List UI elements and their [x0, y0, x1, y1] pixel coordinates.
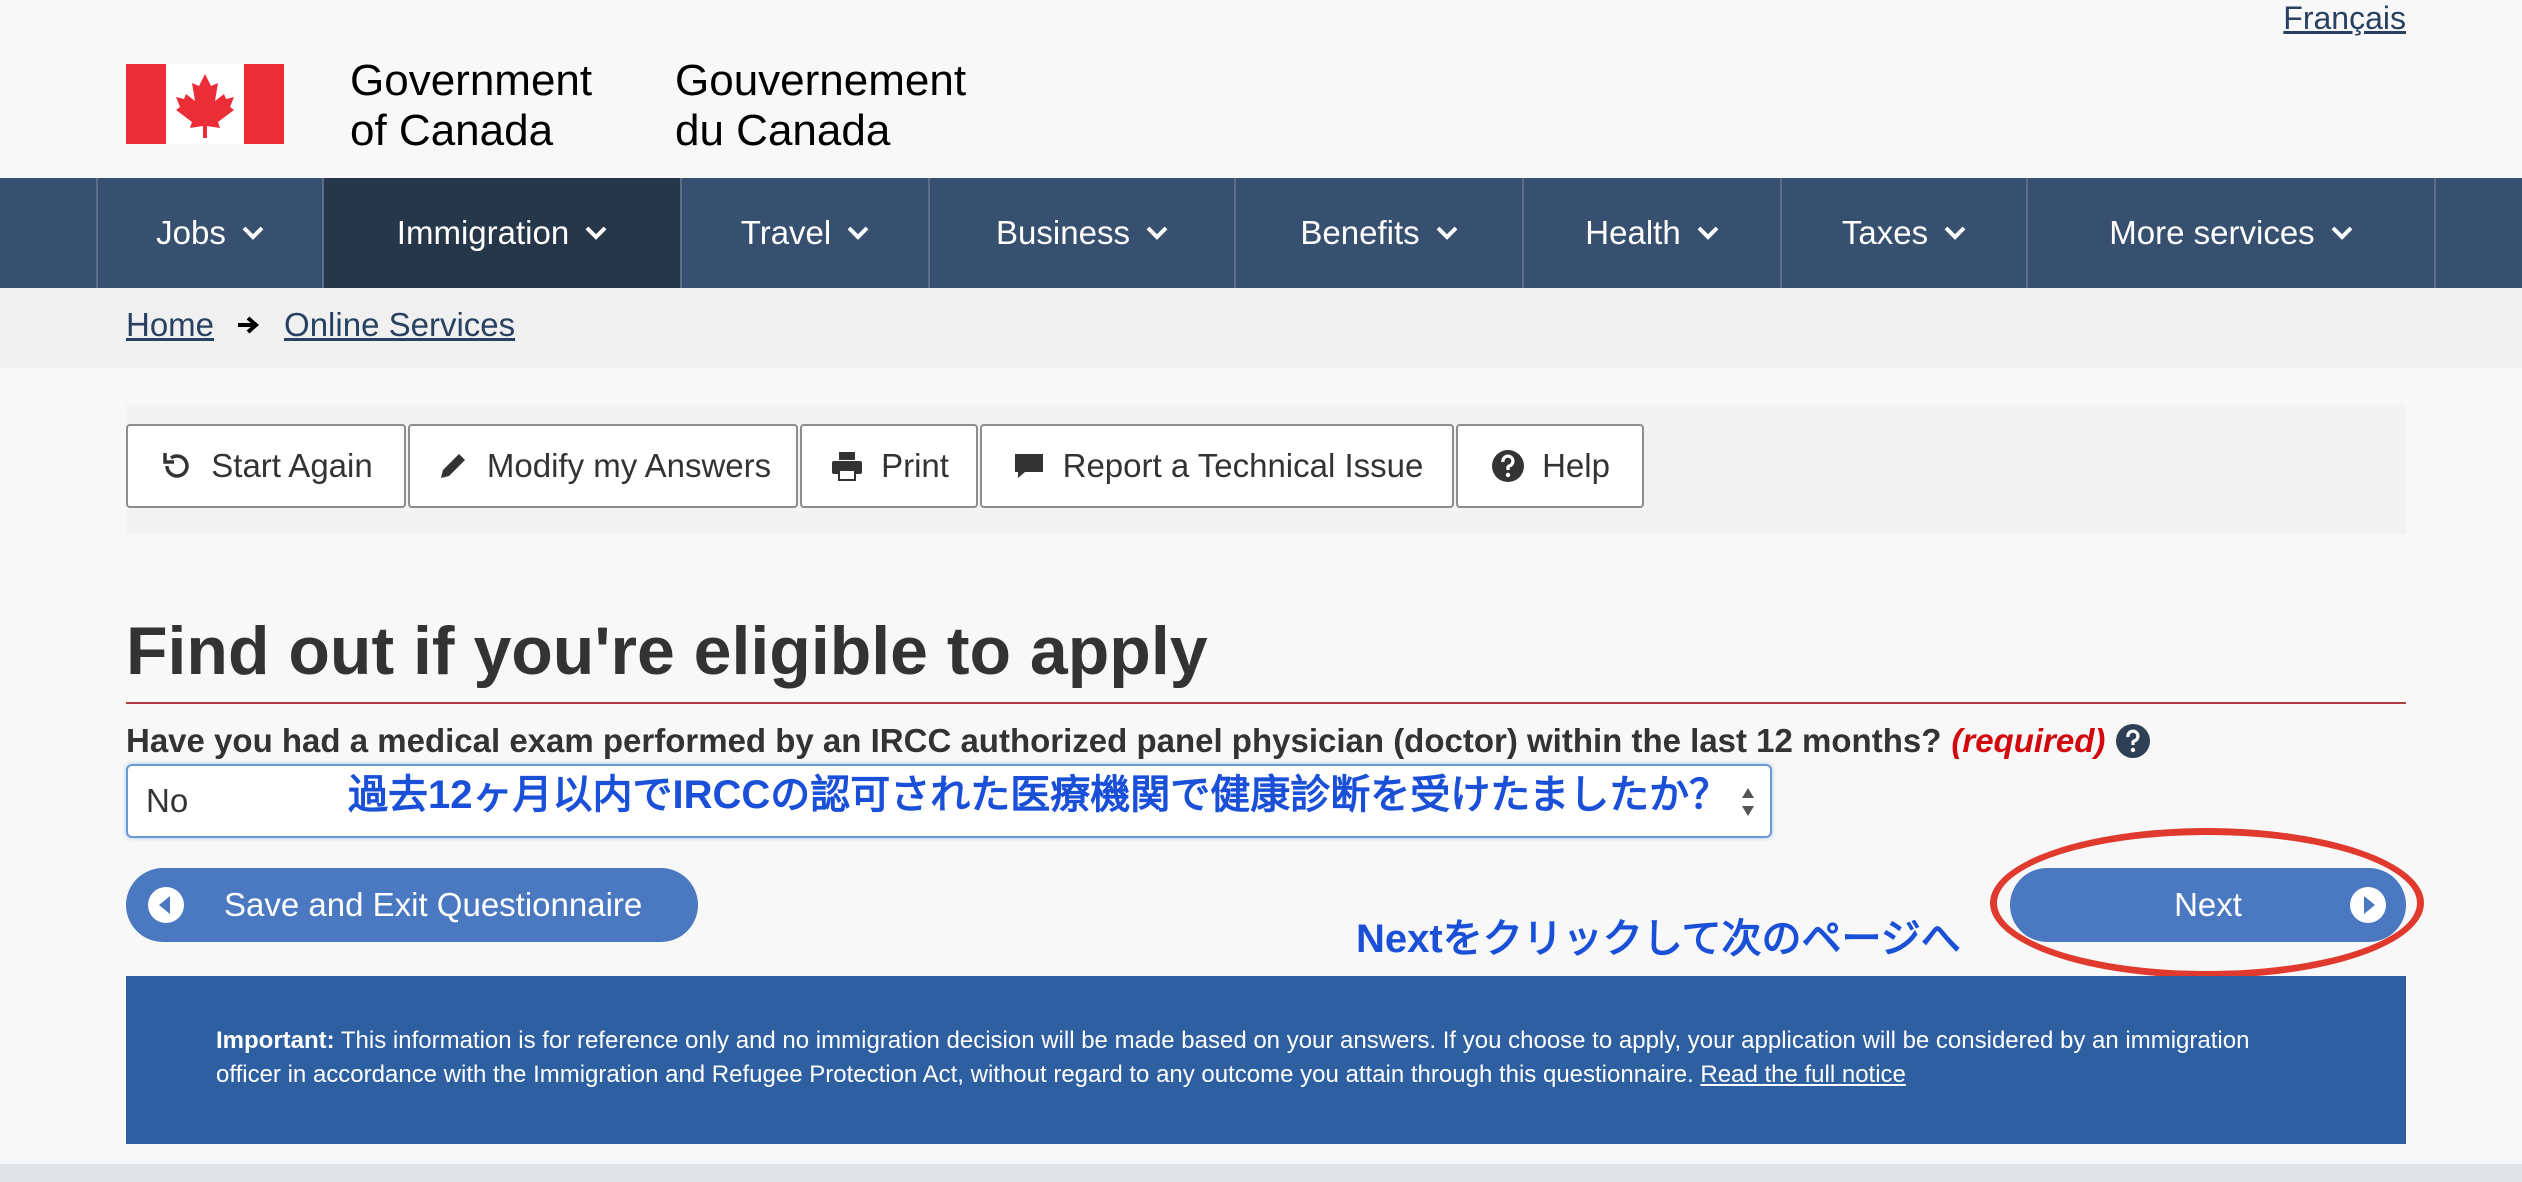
wordmark-fr-line2: du Canada — [675, 106, 891, 155]
breadcrumb: Home Online Services — [126, 306, 515, 344]
save-exit-button[interactable]: Save and Exit Questionnaire — [126, 868, 698, 942]
annotation-highlight-ring — [1990, 828, 2424, 978]
report-technical-issue-label: Report a Technical Issue — [1062, 447, 1424, 484]
nav-item-label: Travel — [740, 214, 832, 251]
footer-strip — [0, 1164, 2522, 1182]
select-arrows-icon — [1742, 788, 1754, 816]
nav-item-health[interactable]: Health — [1522, 178, 1780, 288]
modify-answers-label: Modify my Answers — [486, 447, 772, 484]
chevron-down-icon — [242, 226, 264, 240]
question-circle-icon[interactable] — [2115, 723, 2151, 759]
save-exit-label: Save and Exit Questionnaire — [224, 886, 643, 923]
question-label: Have you had a medical exam performed by… — [126, 722, 2151, 760]
chevron-down-icon — [2331, 226, 2353, 240]
chevron-down-icon — [1146, 226, 1168, 240]
start-again-label: Start Again — [211, 447, 373, 484]
nav-item-immigration[interactable]: Immigration — [322, 178, 680, 288]
nav-item-more-services[interactable]: More services — [2026, 178, 2436, 288]
chevron-down-icon — [1697, 226, 1719, 240]
nav-item-label: Health — [1585, 214, 1681, 251]
pencil-icon — [440, 454, 465, 478]
refresh-icon — [163, 453, 189, 478]
annotation-next-note: Nextをクリックして次のページへ — [1356, 917, 1961, 961]
question-text: Have you had a medical exam performed by… — [126, 722, 1942, 759]
nav-item-label: Business — [996, 214, 1130, 251]
wordmark-en-line1: Government — [350, 56, 593, 105]
nav-item-label: Immigration — [396, 214, 570, 251]
canada-flag-icon — [126, 64, 284, 144]
nav-item-business[interactable]: Business — [928, 178, 1234, 288]
breadcrumb-home-link[interactable]: Home — [126, 306, 214, 344]
breadcrumb-online-services-link[interactable]: Online Services — [284, 306, 515, 344]
modify-answers-button[interactable]: Modify my Answers — [408, 424, 798, 508]
notice-text: This information is for reference only a… — [216, 1027, 2250, 1088]
question-circle-icon — [1492, 450, 1525, 482]
required-indicator: (required) — [1951, 722, 2106, 759]
wordmark-en-line2: of Canada — [350, 106, 554, 155]
chevron-down-icon — [1436, 226, 1458, 240]
wordmark-english: Government of Canada — [350, 56, 592, 156]
print-button[interactable]: Print — [800, 424, 978, 508]
nav-item-taxes[interactable]: Taxes — [1780, 178, 2026, 288]
circle-arrow-left-icon — [148, 887, 184, 923]
report-technical-issue-button[interactable]: Report a Technical Issue — [980, 424, 1454, 508]
arrow-right-icon — [238, 316, 260, 334]
notice-important-label: Important: — [216, 1027, 335, 1054]
wordmark-fr-line1: Gouvernement — [675, 56, 967, 105]
print-icon — [832, 452, 863, 481]
language-toggle-link[interactable]: Français — [2283, 0, 2406, 37]
nav-item-label: More services — [2109, 214, 2315, 251]
important-notice: Important: This information is for refer… — [126, 976, 2406, 1144]
chevron-down-icon — [847, 226, 869, 240]
title-divider — [126, 702, 2406, 704]
nav-item-benefits[interactable]: Benefits — [1234, 178, 1522, 288]
select-value: No — [146, 782, 189, 819]
print-label: Print — [881, 447, 949, 484]
nav-item-label: Jobs — [156, 214, 226, 251]
chevron-down-icon — [585, 226, 607, 240]
page-title: Find out if you're eligible to apply — [126, 613, 1208, 689]
nav-item-jobs[interactable]: Jobs — [96, 178, 322, 288]
help-button[interactable]: Help — [1456, 424, 1644, 508]
annotation-question-note: 過去12ヶ月以内でIRCCの認可された医療機関で健康診断を受けたましたか？ — [348, 773, 1730, 817]
help-label: Help — [1542, 447, 1610, 484]
nav-item-travel[interactable]: Travel — [680, 178, 928, 288]
comment-icon — [1014, 454, 1043, 478]
main-nav: Jobs Immigration Travel Business Benefit… — [0, 178, 2522, 288]
read-full-notice-link[interactable]: Read the full notice — [1700, 1061, 1905, 1088]
start-again-button[interactable]: Start Again — [126, 424, 406, 508]
nav-item-label: Taxes — [1841, 214, 1929, 251]
wordmark-french: Gouvernement du Canada — [675, 56, 966, 156]
nav-item-label: Benefits — [1300, 214, 1420, 251]
chevron-down-icon — [1944, 226, 1966, 240]
